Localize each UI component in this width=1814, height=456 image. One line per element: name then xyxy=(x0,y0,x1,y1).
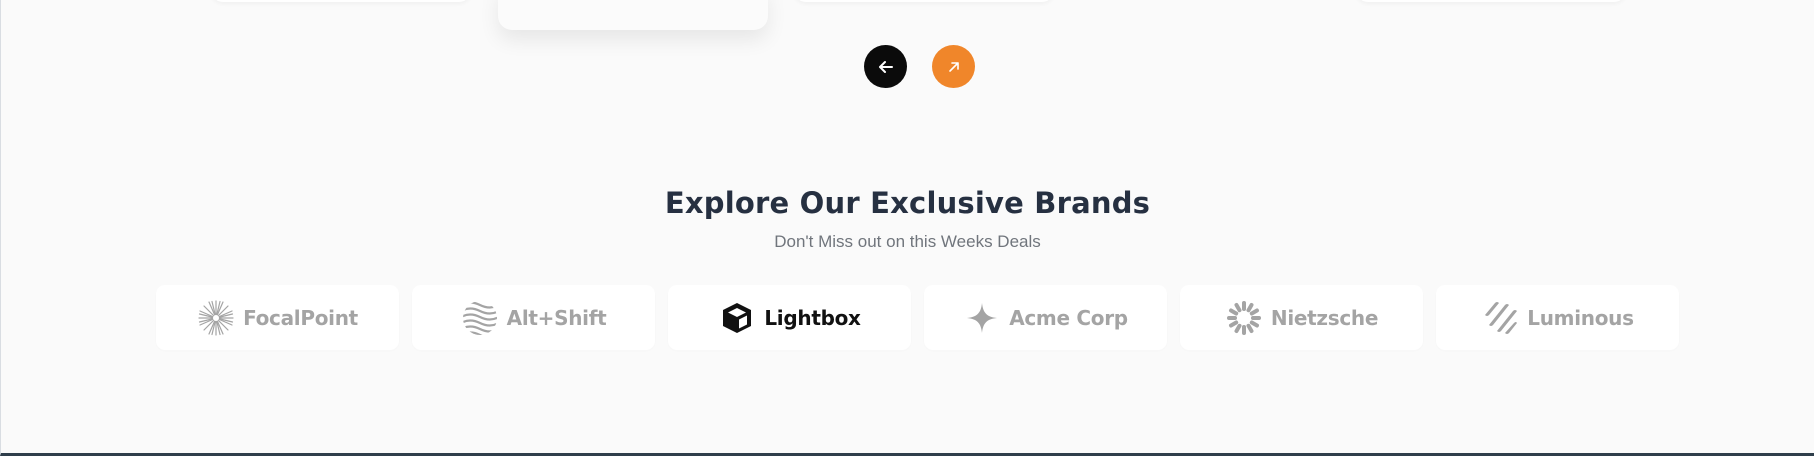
brand-name: Acme Corp xyxy=(1009,305,1128,330)
brand-card-alt-shift[interactable]: Alt+Shift xyxy=(412,285,655,350)
stripes-icon xyxy=(1481,299,1519,337)
spinner-icon xyxy=(1225,299,1263,337)
carousel-next-button[interactable] xyxy=(932,45,975,88)
waves-icon xyxy=(461,299,499,337)
carousel-card-active[interactable] xyxy=(498,0,768,30)
carousel-card[interactable] xyxy=(794,0,1054,2)
sparkle-icon xyxy=(963,299,1001,337)
brand-name: Luminous xyxy=(1527,305,1634,330)
brand-name: Nietzsche xyxy=(1270,305,1379,330)
brand-card-lightbox[interactable]: Lightbox xyxy=(668,285,911,350)
brand-list: FocalPoint Alt+Shift Lightbox Acme Corp … xyxy=(156,285,1679,350)
arrow-up-right-icon xyxy=(948,61,959,72)
carousel-card[interactable] xyxy=(211,0,471,2)
arrow-left-icon xyxy=(878,60,893,73)
sunburst-icon xyxy=(197,299,235,337)
brands-section-title: Explore Our Exclusive Brands xyxy=(664,186,1151,220)
carousel-prev-button[interactable] xyxy=(864,45,907,88)
brand-card-nietzsche[interactable]: Nietzsche xyxy=(1180,285,1423,350)
brands-section-subtitle: Don't Miss out on this Weeks Deals xyxy=(774,232,1041,251)
carousel-card[interactable] xyxy=(1356,0,1626,2)
brand-name: Alt+Shift xyxy=(506,305,607,330)
brand-card-acme-corp[interactable]: Acme Corp xyxy=(924,285,1167,350)
page: Explore Our Exclusive Brands Don't Miss … xyxy=(0,0,1814,456)
brand-name: Lightbox xyxy=(764,305,861,330)
brand-name: FocalPoint xyxy=(243,305,358,330)
cube-icon xyxy=(718,299,756,337)
brand-card-luminous[interactable]: Luminous xyxy=(1436,285,1679,350)
brand-card-focalpoint[interactable]: FocalPoint xyxy=(156,285,399,350)
